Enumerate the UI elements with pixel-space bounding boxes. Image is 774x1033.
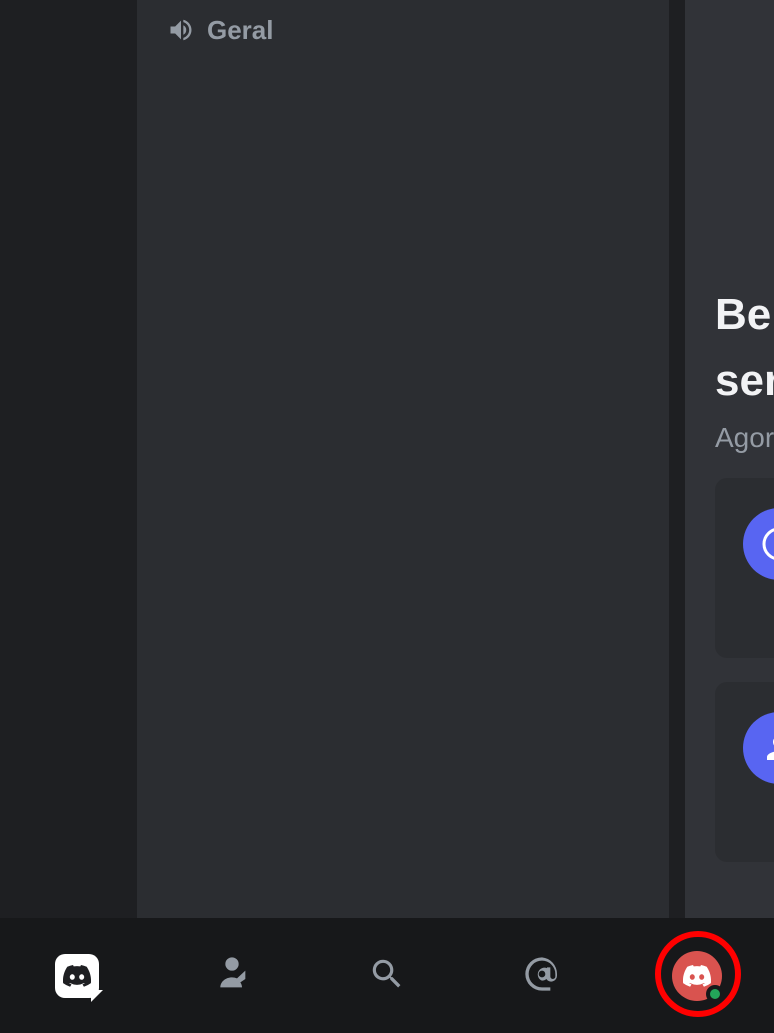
speaker-icon <box>167 16 195 44</box>
nav-mentions-button[interactable] <box>512 946 572 1006</box>
panel-divider <box>669 0 685 918</box>
nav-search-button[interactable] <box>357 946 417 1006</box>
channel-list-panel: Geral <box>137 0 669 918</box>
voice-channel-label: Geral <box>207 15 274 46</box>
nav-friends-button[interactable] <box>202 946 262 1006</box>
user-avatar <box>672 951 722 1001</box>
welcome-title-line1: Bem-vindo ao <box>715 282 774 348</box>
chat-panel: Bem-vindo ao servidor Agora <box>685 0 774 918</box>
nav-home-button[interactable] <box>47 946 107 1006</box>
onboarding-card[interactable] <box>715 682 774 862</box>
welcome-block: Bem-vindo ao servidor Agora <box>715 282 774 454</box>
nav-profile-button[interactable] <box>667 946 727 1006</box>
welcome-timestamp: Agora <box>715 422 774 454</box>
friends-icon <box>212 954 252 997</box>
discord-logo-icon <box>55 954 99 998</box>
onboarding-action-icon <box>743 712 774 784</box>
onboarding-card[interactable] <box>715 478 774 658</box>
status-online-dot <box>706 985 724 1003</box>
voice-channel-item[interactable]: Geral <box>137 0 669 60</box>
mention-icon <box>522 954 562 997</box>
search-icon <box>368 955 406 996</box>
server-list-column <box>0 0 137 918</box>
welcome-title-line2: servidor <box>715 348 774 414</box>
onboarding-action-icon <box>743 508 774 580</box>
bottom-navigation <box>0 918 774 1033</box>
